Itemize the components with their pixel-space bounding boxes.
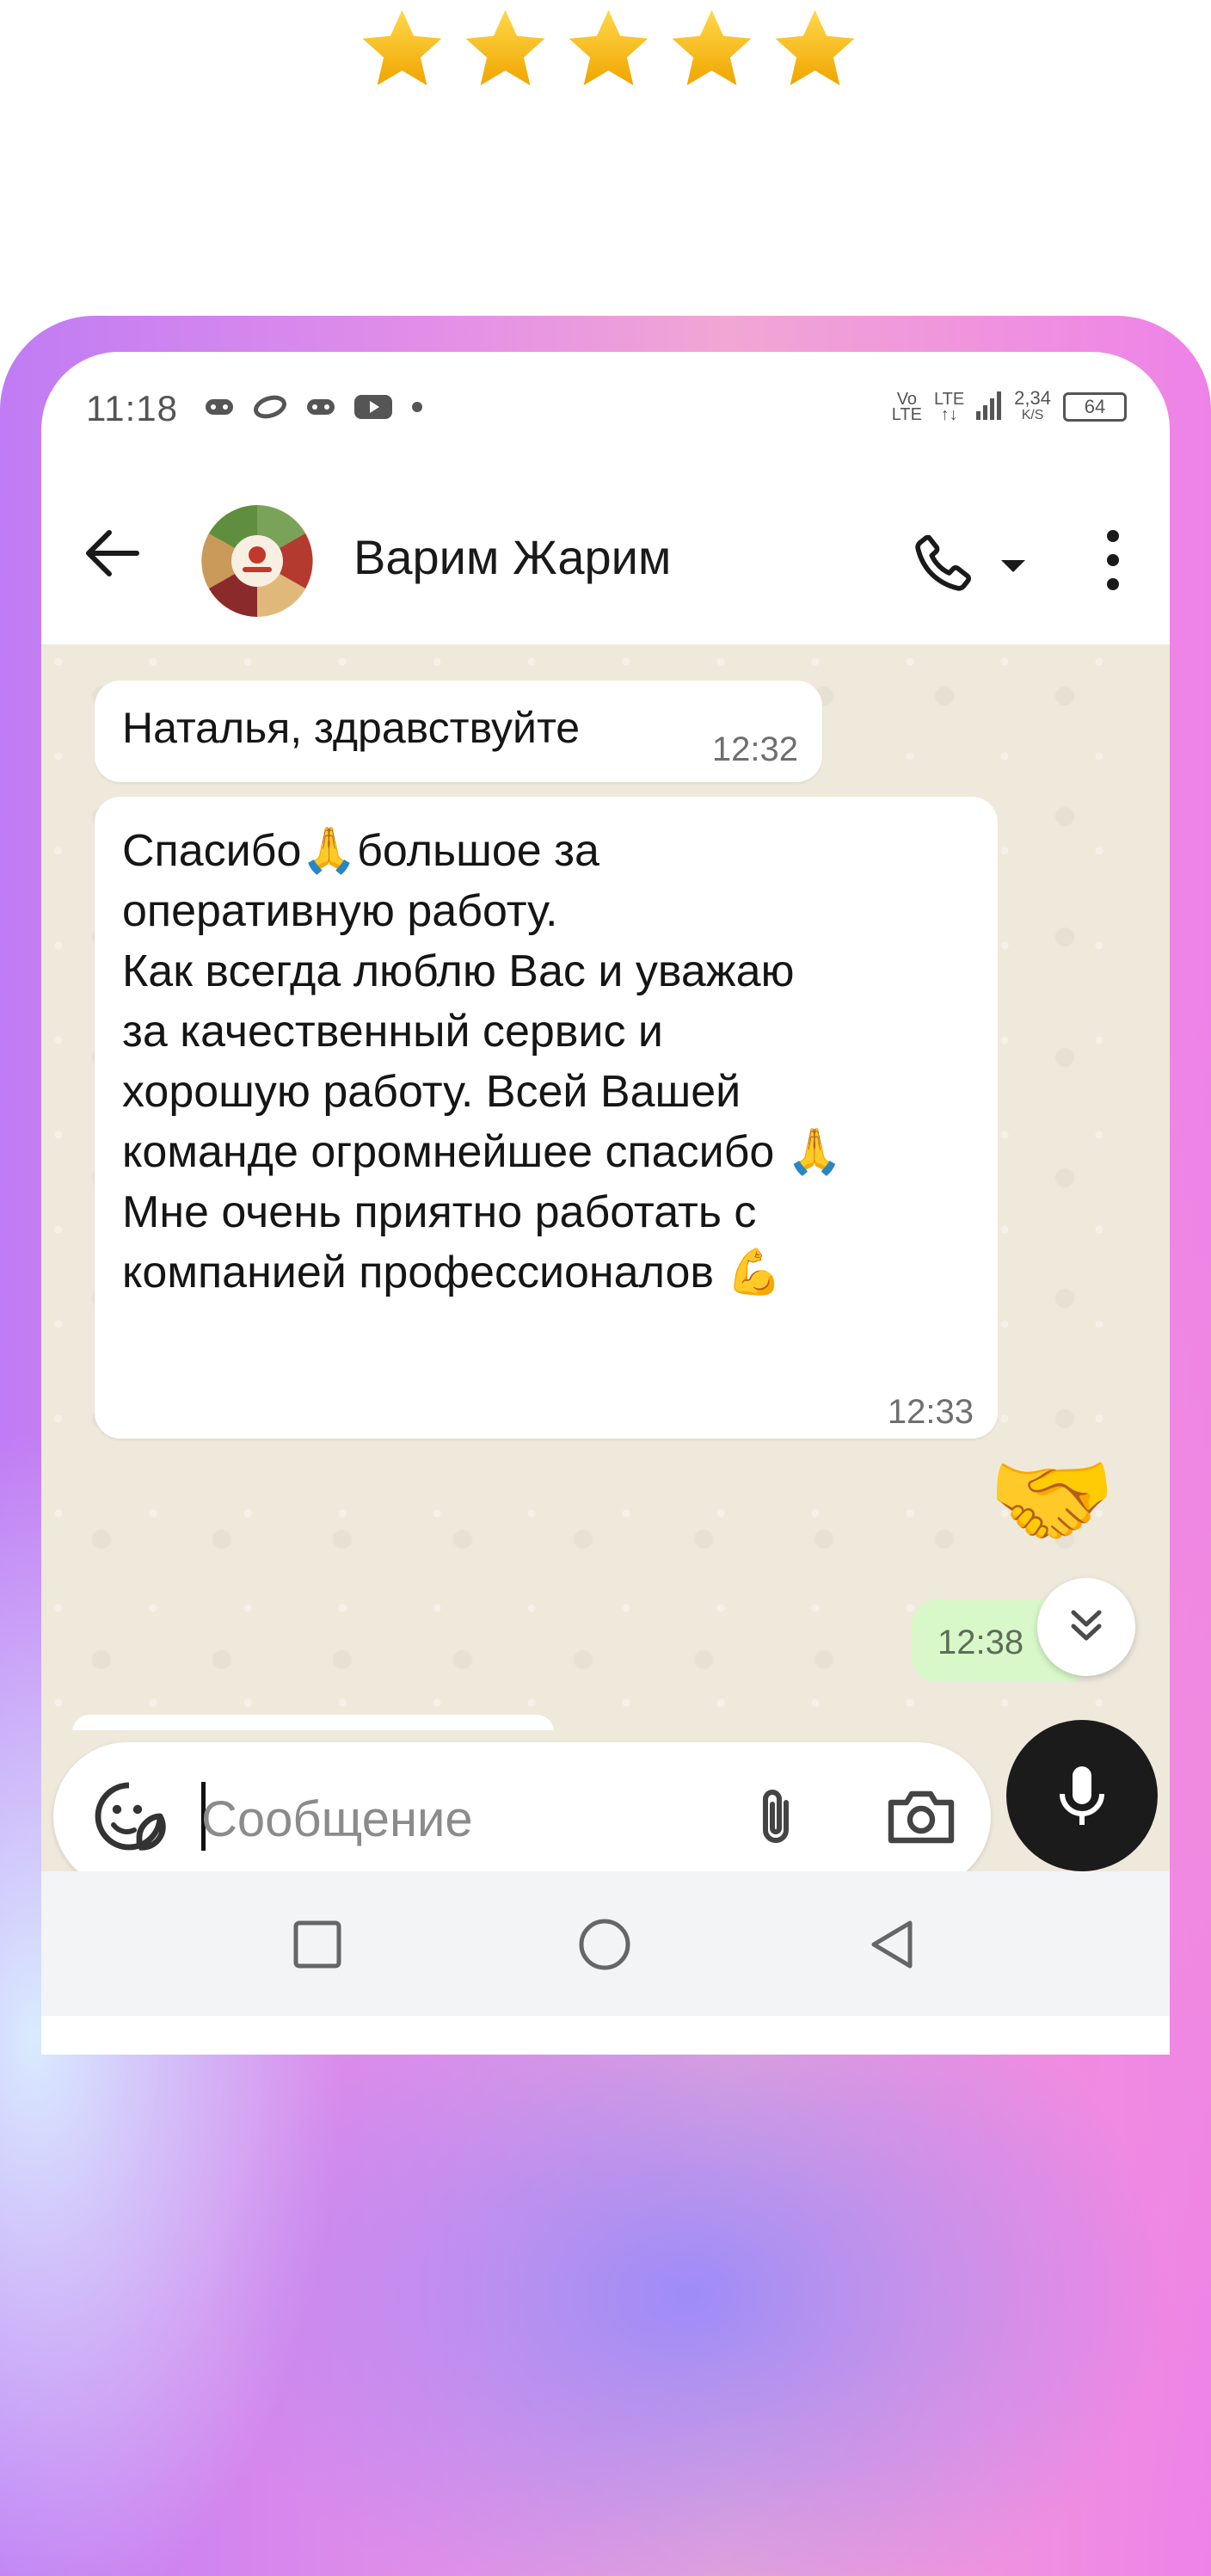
network-speed: 2,34 K/S xyxy=(1014,387,1051,423)
sticker-icon xyxy=(95,1782,166,1851)
home-button[interactable] xyxy=(575,1914,635,1975)
star-icon xyxy=(667,4,757,95)
call-button[interactable] xyxy=(910,527,979,596)
back-nav-button[interactable] xyxy=(862,1914,922,1975)
phone-icon xyxy=(915,534,971,591)
rating-stars xyxy=(357,0,860,99)
message-time: 12:38 xyxy=(937,1624,1024,1661)
status-right: Vo LTE LTE ↑↓ 2,34 K/S 64 xyxy=(891,387,1127,424)
scroll-to-bottom-button[interactable] xyxy=(1037,1578,1135,1676)
back-icon xyxy=(871,1920,913,1969)
camera-icon xyxy=(888,1790,955,1844)
phone-screen: 11:18 Vo LTE LTE ↑↓ 2,34 K/S 64 Варим Жа… xyxy=(41,352,1170,2055)
message-time: 12:32 xyxy=(711,730,798,768)
star-icon xyxy=(563,4,654,95)
call-options-dropdown[interactable] xyxy=(996,548,1030,582)
volte-indicator: Vo LTE xyxy=(891,390,922,424)
chat-area[interactable]: Наталья, здравствуйте 12:32 Спасибо🙏боль… xyxy=(41,644,1170,1730)
food-avatar xyxy=(201,505,313,617)
recents-button[interactable] xyxy=(287,1914,347,1975)
system-navigation-bar xyxy=(41,1871,1170,2016)
message-bubble[interactable]: Спасибо🙏большое за оперативную работу. К… xyxy=(95,797,998,1439)
voice-message-button[interactable] xyxy=(1006,1720,1158,1871)
back-button[interactable] xyxy=(81,522,143,584)
dot-icon xyxy=(411,401,423,417)
composer-area xyxy=(41,1720,1170,1890)
battery-icon: 64 xyxy=(1063,392,1127,422)
more-options-button[interactable] xyxy=(1087,524,1139,596)
attach-icon xyxy=(763,1790,789,1843)
handshake-sticker[interactable]: 🤝 xyxy=(979,1441,1125,1562)
recents-icon xyxy=(293,1920,341,1969)
star-icon xyxy=(357,4,447,95)
attach-button[interactable] xyxy=(741,1782,810,1851)
chat-title[interactable]: Варим Жарим xyxy=(353,529,671,585)
star-icon xyxy=(460,4,550,95)
message-bubble[interactable]: Наталья, здравствуйте 12:32 xyxy=(95,681,822,782)
sticker-button[interactable] xyxy=(91,1778,167,1854)
status-time: 11:18 xyxy=(86,388,178,428)
ring-icon xyxy=(253,395,287,423)
flexed-biceps-emoji: 💪 xyxy=(726,1247,783,1298)
caret-down-icon xyxy=(1001,560,1025,572)
gamepad-icon xyxy=(306,397,335,422)
star-icon xyxy=(770,4,860,95)
double-chevron-down-icon xyxy=(1071,1610,1102,1641)
back-arrow-icon xyxy=(86,530,139,576)
partial-message-bubble xyxy=(72,1715,554,1730)
message-composer xyxy=(53,1742,991,1890)
message-input[interactable] xyxy=(200,1777,685,1861)
message-time: 12:33 xyxy=(887,1393,974,1431)
avatar[interactable] xyxy=(201,505,313,617)
more-vert-icon xyxy=(1107,530,1119,542)
youtube-icon xyxy=(354,393,392,425)
folded-hands-emoji: 🙏 xyxy=(301,825,358,877)
folded-hands-emoji: 🙏 xyxy=(786,1126,843,1178)
status-bar: 11:18 Vo LTE LTE ↑↓ 2,34 K/S 64 xyxy=(41,352,1170,472)
message-text: Спасибо🙏большое за оперативную работу. К… xyxy=(122,825,843,1298)
signal-icon xyxy=(976,391,1002,424)
message-text: Наталья, здравствуйте xyxy=(122,704,581,752)
home-icon xyxy=(579,1919,630,1970)
gamepad-icon xyxy=(205,397,234,422)
camera-button[interactable] xyxy=(882,1782,960,1851)
lte-indicator: LTE ↑↓ xyxy=(933,390,965,424)
status-icons xyxy=(205,393,423,425)
chat-header: Варим Жарим xyxy=(41,472,1170,644)
mic-icon xyxy=(1060,1766,1104,1825)
